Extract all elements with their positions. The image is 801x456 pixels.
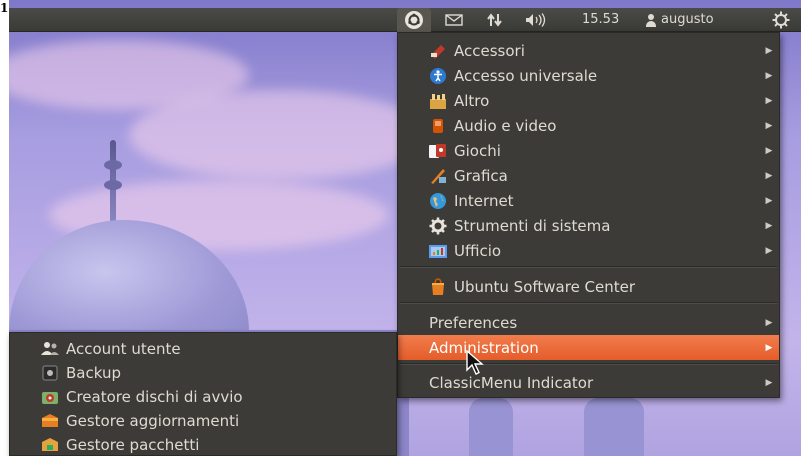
menu-item-label: ClassicMenu Indicator [429, 373, 594, 392]
submenu-item-label: Backup [66, 364, 121, 382]
menu-item-classicmenu-indicator[interactable]: ClassicMenu Indicator ▶ [398, 370, 779, 395]
menu-item-ufficio[interactable]: Ufficio ▶ [398, 238, 779, 263]
software-center-icon [428, 277, 448, 296]
chevron-right-icon: ▶ [765, 377, 773, 388]
submenu-item-creatore-dischi-di-avvio[interactable]: Creatore dischi di avvio [10, 385, 396, 409]
chevron-right-icon: ▶ [765, 95, 773, 106]
submenu-item-backup[interactable]: Backup [10, 361, 396, 385]
submenu-item-account-utente[interactable]: Account utente [10, 337, 396, 361]
menu-item-label: Internet [454, 191, 514, 210]
menu-item-altro[interactable]: Altro ▶ [398, 88, 779, 113]
menu-item-label: Giochi [454, 141, 501, 160]
menu-separator [400, 363, 777, 365]
menu-separator [400, 266, 777, 268]
user-menu[interactable]: augusto [645, 8, 714, 32]
graphics-icon [428, 167, 448, 185]
startup-disk-icon [40, 388, 60, 406]
office-icon [428, 242, 448, 260]
menu-item-label: Altro [454, 91, 490, 110]
submenu-item-label: Gestore pacchetti [66, 436, 200, 454]
top-panel: 15.53 augusto [9, 8, 801, 32]
mouse-pointer-icon [466, 350, 484, 375]
system-tools-icon [428, 217, 448, 235]
universal-access-icon [428, 67, 448, 85]
network-indicator[interactable] [482, 8, 508, 32]
power-gear-icon [772, 11, 790, 29]
chevron-right-icon: ▶ [765, 70, 773, 81]
submenu-item-label: Gestore aggiornamenti [66, 412, 240, 430]
classic-menu-dropdown: Accessori ▶ Accesso universale ▶ Altro ▶… [397, 32, 780, 398]
submenu-item-gestore-aggiornamenti[interactable]: Gestore aggiornamenti [10, 409, 396, 433]
other-icon [428, 92, 448, 110]
wallpaper-cloud [129, 90, 429, 180]
finial-ball [104, 160, 122, 170]
menu-item-administration[interactable]: Administration ▶ [398, 335, 779, 360]
classicmenu-indicator-button[interactable] [397, 8, 431, 32]
internet-icon [428, 192, 448, 210]
menu-item-label: Ubuntu Software Center [454, 277, 636, 296]
menu-item-accessori[interactable]: Accessori ▶ [398, 38, 779, 63]
minaret-silhouette [584, 398, 644, 456]
submenu-item-gestore-pacchetti[interactable]: Gestore pacchetti [10, 433, 396, 456]
menu-item-label: Accessori [454, 41, 525, 60]
chevron-right-icon: ▶ [765, 342, 773, 353]
package-manager-icon [40, 436, 60, 454]
volume-icon [526, 13, 546, 27]
menu-separator [400, 302, 777, 304]
chevron-right-icon: ▶ [765, 195, 773, 206]
chevron-right-icon: ▶ [765, 120, 773, 131]
accessories-icon [428, 42, 448, 60]
menu-item-strumenti-di-sistema[interactable]: Strumenti di sistema ▶ [398, 213, 779, 238]
username-label: augusto [661, 12, 714, 27]
user-icon [645, 13, 657, 27]
menu-item-label: Audio e video [454, 116, 557, 135]
clock[interactable]: 15.53 [582, 8, 619, 32]
chevron-right-icon: ▶ [765, 220, 773, 231]
menu-item-label: Preferences [429, 313, 518, 332]
submenu-item-label: Creatore dischi di avvio [66, 388, 243, 406]
chevron-right-icon: ▶ [765, 145, 773, 156]
finial-ball [104, 180, 122, 190]
menu-item-label: Grafica [454, 166, 508, 185]
chevron-right-icon: ▶ [765, 170, 773, 181]
update-manager-icon [40, 412, 60, 430]
menu-item-grafica[interactable]: Grafica ▶ [398, 163, 779, 188]
backup-icon [40, 364, 60, 382]
menu-item-label: Accesso universale [454, 66, 598, 85]
network-updown-icon [487, 13, 502, 27]
users-icon [40, 340, 60, 358]
minaret-silhouette [469, 398, 513, 456]
games-icon [428, 142, 448, 160]
menu-item-audio-e-video[interactable]: Audio e video ▶ [398, 113, 779, 138]
menu-item-ubuntu-software-center[interactable]: Ubuntu Software Center [398, 274, 779, 299]
mail-indicator[interactable] [441, 8, 467, 32]
menu-item-giochi[interactable]: Giochi ▶ [398, 138, 779, 163]
menu-item-accesso-universale[interactable]: Accesso universale ▶ [398, 63, 779, 88]
audio-video-icon [428, 117, 448, 135]
menu-item-label: Ufficio [454, 241, 502, 260]
menu-item-preferences[interactable]: Preferences ▶ [398, 310, 779, 335]
administration-submenu: Account utente Backup Creatore dischi di… [9, 332, 397, 456]
mail-icon [445, 14, 463, 26]
chevron-right-icon: ▶ [765, 245, 773, 256]
corner-number-label: 1 [0, 1, 9, 15]
submenu-item-label: Account utente [66, 340, 181, 358]
menu-item-label: Strumenti di sistema [454, 216, 611, 235]
menu-item-internet[interactable]: Internet ▶ [398, 188, 779, 213]
chevron-right-icon: ▶ [765, 45, 773, 56]
classicmenu-indicator-icon [405, 11, 423, 29]
volume-indicator[interactable] [521, 8, 553, 32]
session-menu[interactable] [767, 8, 795, 32]
chevron-right-icon: ▶ [765, 317, 773, 328]
